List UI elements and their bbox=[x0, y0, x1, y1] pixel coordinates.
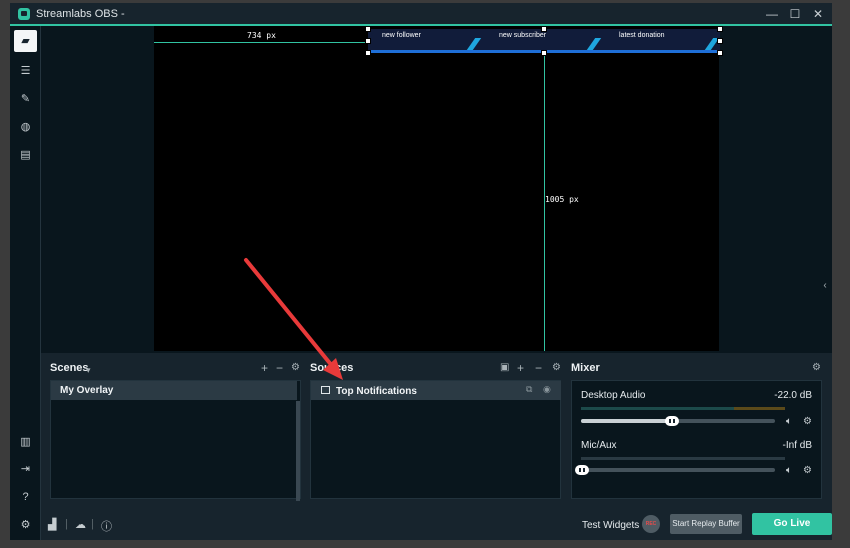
add-source-button[interactable]: + bbox=[517, 362, 524, 374]
app-logo-icon bbox=[18, 8, 30, 20]
scene-item[interactable]: My Overlay bbox=[51, 381, 297, 400]
go-live-button[interactable]: Go Live bbox=[752, 513, 832, 535]
notif-stripe bbox=[466, 38, 482, 50]
remove-scene-button[interactable]: − bbox=[276, 362, 283, 374]
audio-level-meter bbox=[581, 407, 785, 410]
resize-handle-b[interactable] bbox=[541, 50, 547, 56]
cloud-backup-icon[interactable]: ☁ bbox=[75, 518, 86, 531]
image-source-icon bbox=[321, 386, 330, 394]
notif-new-follower: new follower bbox=[382, 32, 421, 39]
horizontal-guide bbox=[154, 42, 368, 43]
mixer-channel-name: Mic/Aux bbox=[581, 440, 617, 451]
sidebar-nav: ▰ ☰ ✎ ◍ ▤ ▥ ⇥ ? ⚙ bbox=[10, 26, 41, 540]
audio-level-meter bbox=[581, 457, 785, 460]
themes-icon[interactable]: ✎ bbox=[14, 88, 37, 110]
remove-source-button[interactable]: − bbox=[535, 362, 542, 374]
maximize-button[interactable]: ☐ bbox=[784, 5, 806, 23]
record-button[interactable]: REC bbox=[642, 515, 660, 533]
volume-slider-thumb[interactable] bbox=[665, 416, 679, 426]
resize-handle-tl[interactable] bbox=[365, 26, 371, 32]
resize-handle-bl[interactable] bbox=[365, 50, 371, 56]
notif-latest-donation: latest donation bbox=[619, 32, 665, 39]
height-guide-label: 1005 px bbox=[545, 195, 579, 204]
chevron-left-icon[interactable]: ‹ bbox=[818, 278, 832, 294]
source-label: Top Notifications bbox=[336, 386, 417, 397]
help-icon[interactable]: ? bbox=[14, 486, 37, 508]
source-settings-icon[interactable]: ⚙ bbox=[552, 362, 561, 374]
add-folder-icon[interactable]: ▣ bbox=[500, 362, 509, 374]
mixer-channel-db: -22.0 dB bbox=[774, 390, 812, 401]
resize-handle-br[interactable] bbox=[717, 50, 723, 56]
resize-handle-t[interactable] bbox=[541, 26, 547, 32]
title-bar: Streamlabs OBS - — ☐ ✕ bbox=[10, 3, 832, 26]
scenes-scrollbar[interactable] bbox=[296, 401, 300, 501]
settings-icon[interactable]: ⚙ bbox=[14, 514, 37, 536]
minimize-button[interactable]: — bbox=[761, 5, 783, 23]
resize-handle-r[interactable] bbox=[717, 38, 723, 44]
mixer-title: Mixer bbox=[571, 362, 600, 374]
lock-icon[interactable]: ⧉ bbox=[526, 384, 532, 395]
width-guide-label: 734 px bbox=[247, 31, 276, 40]
dashboard-icon[interactable]: ☰ bbox=[14, 60, 37, 82]
logout-icon[interactable]: ⇥ bbox=[14, 458, 37, 480]
sources-list: Top Notifications ⧉ ◉ bbox=[310, 380, 561, 499]
studio-mode-icon[interactable]: ▥ bbox=[14, 431, 37, 453]
mixer-channel-db: -Inf dB bbox=[782, 440, 812, 451]
app-window: Streamlabs OBS - — ☐ ✕ ▰ ☰ ✎ ◍ ▤ ▥ ⇥ ? ⚙… bbox=[10, 3, 832, 540]
speaker-icon[interactable]: 🔈︎ bbox=[786, 465, 792, 476]
notif-stripe bbox=[586, 38, 602, 50]
add-scene-button[interactable]: + bbox=[261, 362, 268, 374]
close-button[interactable]: ✕ bbox=[807, 5, 829, 23]
divider: | bbox=[91, 518, 94, 530]
scenes-title: Scenes bbox=[50, 362, 89, 374]
sources-title: Sources bbox=[310, 362, 354, 374]
stream-canvas[interactable]: 734 px 1005 px new follower new subscrib… bbox=[154, 26, 723, 351]
footer-bar: ▟ | ☁ | ⓘ Test Widgets REC Start Replay … bbox=[41, 509, 832, 540]
test-widgets-button[interactable]: Test Widgets bbox=[582, 520, 639, 531]
mixer-channel-name: Desktop Audio bbox=[581, 390, 646, 401]
channel-settings-icon[interactable]: ⚙ bbox=[803, 465, 812, 476]
visibility-eye-icon[interactable]: ◉ bbox=[543, 384, 551, 395]
notif-new-subscriber: new subscriber bbox=[499, 32, 547, 39]
channel-settings-icon[interactable]: ⚙ bbox=[803, 416, 812, 427]
preview-area[interactable]: 734 px 1005 px new follower new subscrib… bbox=[41, 26, 832, 353]
scene-settings-icon[interactable]: ⚙ bbox=[291, 362, 300, 374]
divider: | bbox=[65, 518, 68, 530]
resize-handle-l[interactable] bbox=[365, 38, 371, 44]
resize-handle-tr[interactable] bbox=[717, 26, 723, 32]
start-replay-buffer-button[interactable]: Start Replay Buffer bbox=[670, 514, 742, 534]
store-icon[interactable]: ▤ bbox=[14, 144, 37, 166]
speaker-icon[interactable]: 🔈︎ bbox=[786, 416, 792, 427]
mixer-settings-icon[interactable]: ⚙ bbox=[812, 362, 821, 374]
info-icon[interactable]: ⓘ bbox=[101, 518, 112, 534]
volume-slider-thumb[interactable] bbox=[575, 465, 589, 475]
source-item[interactable]: Top Notifications ⧉ ◉ bbox=[311, 381, 561, 400]
performance-stats-icon[interactable]: ▟ bbox=[48, 518, 56, 531]
scenes-dropdown-icon[interactable]: ▾ bbox=[86, 364, 91, 376]
app-title: Streamlabs OBS - bbox=[36, 8, 125, 20]
volume-slider[interactable] bbox=[581, 468, 775, 472]
mixer-panel: Desktop Audio -22.0 dB 🔈︎ ⚙ Mic/Aux -Inf… bbox=[571, 380, 822, 499]
chat-icon[interactable]: ◍ bbox=[14, 116, 37, 138]
scenes-list: My Overlay bbox=[50, 380, 301, 501]
editor-icon[interactable]: ▰ bbox=[14, 30, 37, 52]
